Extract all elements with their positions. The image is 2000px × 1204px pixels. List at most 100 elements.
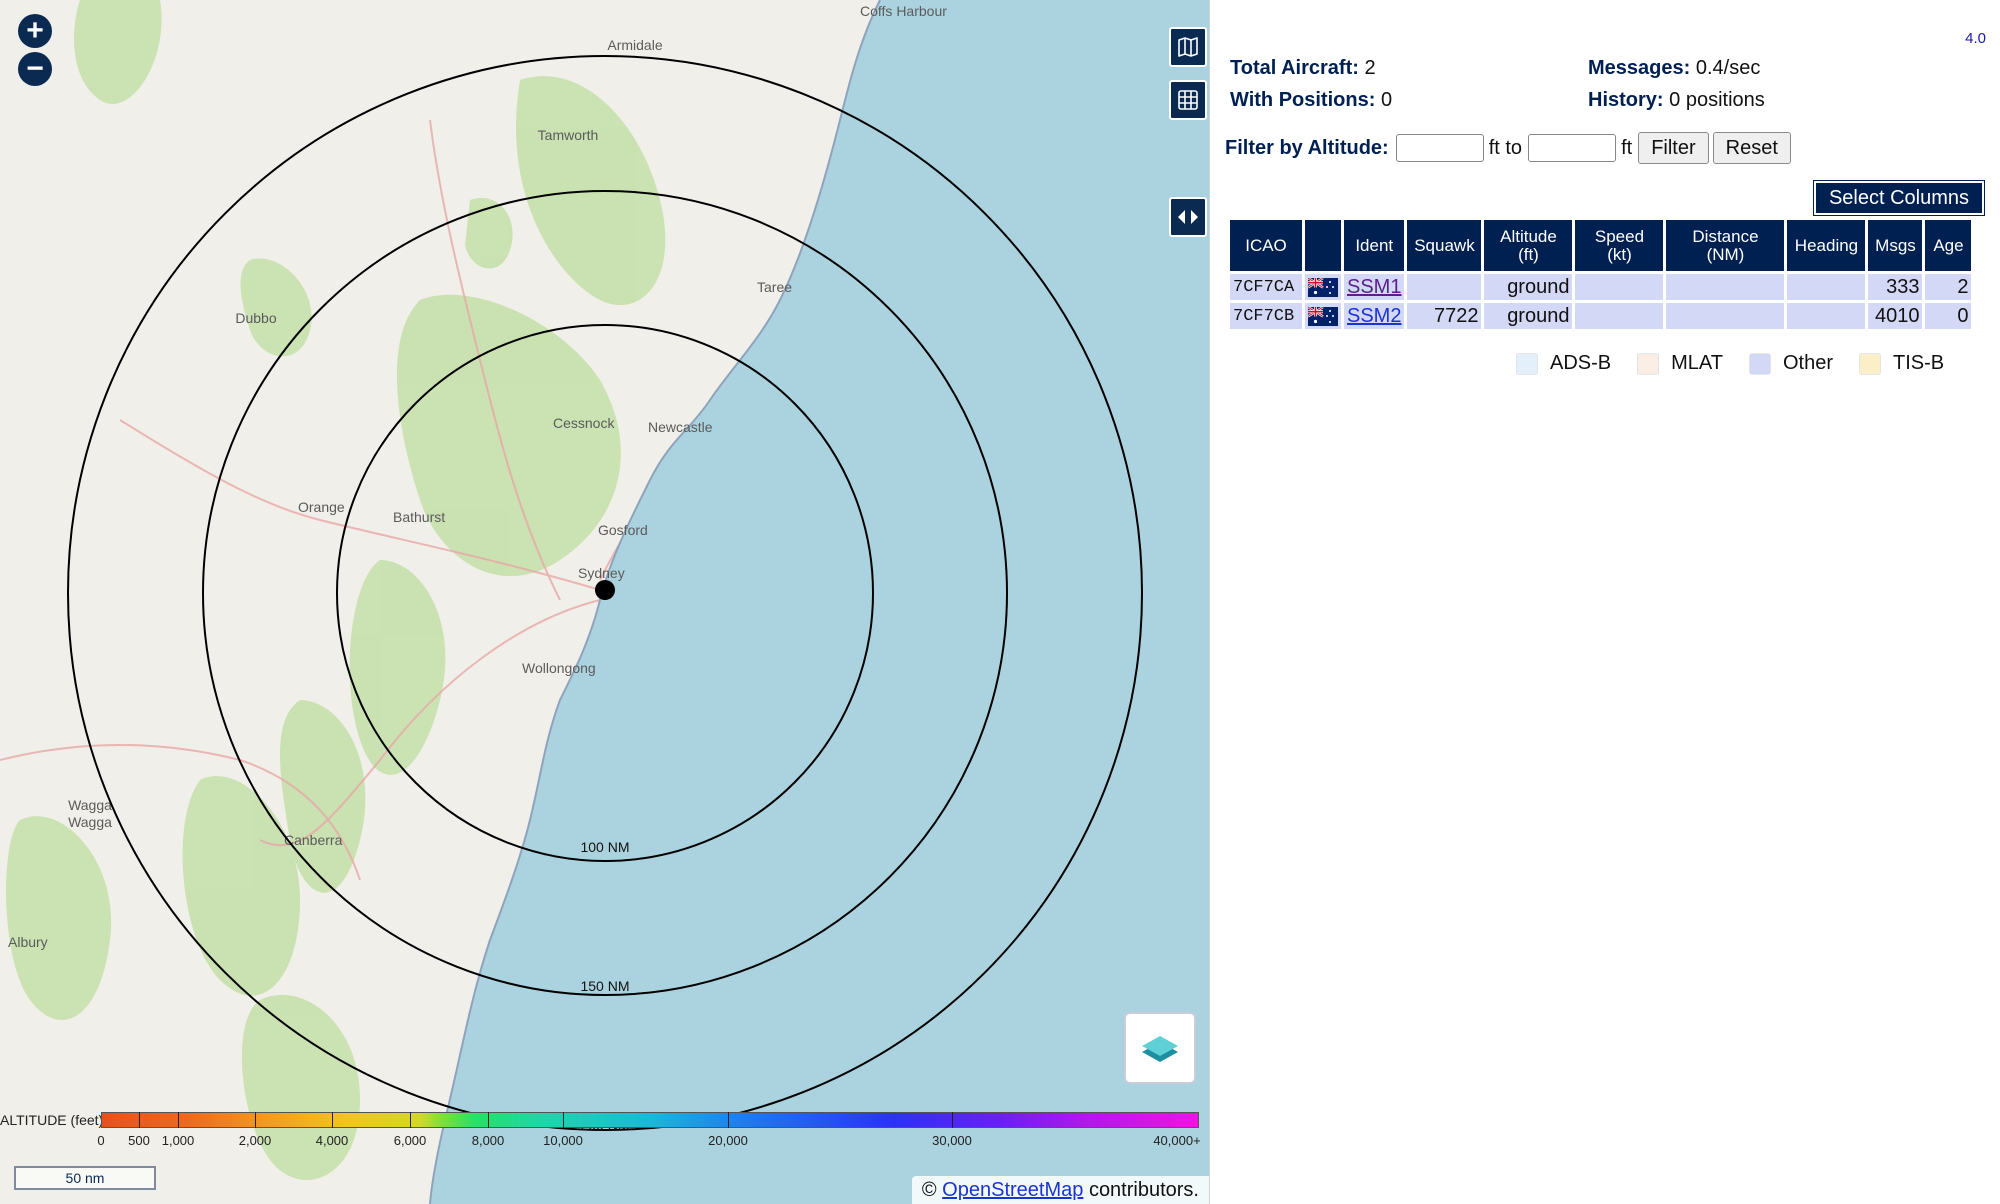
cell-flag — [1305, 303, 1341, 329]
column-header-msgs[interactable]: Msgs — [1868, 220, 1923, 271]
legend-swatch-tisb — [1859, 352, 1882, 375]
with-positions-label: With Positions: — [1230, 89, 1376, 111]
column-header-speed[interactable]: Speed (kt) — [1575, 220, 1664, 271]
sidebar-panel: 4.0 Total Aircraft: 2 With Positions: 0 … — [1209, 0, 2000, 1204]
table-header-row: ICAO Ident Squawk Altitude (ft) Speed (k… — [1230, 220, 1972, 271]
altitude-tick — [178, 1112, 179, 1128]
cell-icao: 7CF7CB — [1230, 303, 1302, 329]
altitude-tick-label: 1,000 — [161, 1133, 195, 1148]
altitude-tick — [332, 1112, 333, 1128]
altitude-tick — [410, 1112, 411, 1128]
column-header-heading[interactable]: Heading — [1787, 220, 1866, 271]
altitude-filter: Filter by Altitude: ft to ft Filter Rese… — [1225, 132, 1795, 164]
column-header-altitude[interactable]: Altitude (ft) — [1484, 220, 1573, 271]
column-header-flag[interactable] — [1305, 220, 1341, 271]
cell-ident: SSM1 — [1344, 274, 1405, 300]
history-label: History: — [1588, 89, 1664, 111]
openstreetmap-link[interactable]: OpenStreetMap — [942, 1179, 1083, 1201]
column-header-distance[interactable]: Distance (NM) — [1666, 220, 1785, 271]
cell-msgs: 333 — [1868, 274, 1923, 300]
altitude-legend-title: ALTITUDE (feet) — [0, 1112, 104, 1128]
attribution-prefix: © — [921, 1179, 937, 1201]
altitude-tick-label: 500 — [128, 1133, 150, 1148]
total-aircraft-value: 2 — [1364, 57, 1376, 79]
column-header-icao[interactable]: ICAO — [1230, 220, 1302, 271]
altitude-tick — [488, 1112, 489, 1128]
altitude-tick-label: 2,000 — [238, 1133, 272, 1148]
map-view[interactable]: Coffs Harbour Armidale Tamworth Taree Dubbo C… — [0, 0, 1209, 1204]
table-row[interactable]: 7CF7CB SSM2 7722 ground 4010 0 — [1230, 303, 1972, 329]
zoom-out-button[interactable]: − — [18, 52, 52, 86]
total-aircraft-stat: Total Aircraft: 2 — [1230, 57, 1376, 80]
expand-arrows-icon — [1178, 210, 1198, 224]
altitude-tick-label: 6,000 — [393, 1133, 427, 1148]
cell-flag — [1305, 274, 1341, 300]
grid-icon — [1178, 90, 1198, 110]
scale-label: 50 nm — [65, 1170, 105, 1186]
cell-altitude: ground — [1484, 274, 1573, 300]
legend-label-mlat: MLAT — [1671, 352, 1723, 374]
city-label: Dubbo — [235, 310, 276, 326]
column-header-ident[interactable]: Ident — [1344, 220, 1405, 271]
altitude-tick — [563, 1112, 564, 1128]
layers-icon — [1142, 1036, 1178, 1062]
altitude-tick — [728, 1112, 729, 1128]
city-label: Newcastle — [648, 419, 713, 435]
cell-age: 2 — [1925, 274, 1972, 300]
city-label: Coffs Harbour — [860, 3, 947, 19]
altitude-tick-label: 4,000 — [315, 1133, 349, 1148]
grid-toggle-button[interactable] — [1169, 80, 1207, 120]
messages-label: Messages: — [1588, 57, 1691, 79]
altitude-between-unit: ft to — [1488, 136, 1523, 159]
legend-label-tisb: TIS-B — [1893, 352, 1945, 374]
cell-msgs: 4010 — [1868, 303, 1923, 329]
reset-button[interactable]: Reset — [1712, 132, 1791, 164]
altitude-filter-label: Filter by Altitude: — [1225, 136, 1389, 159]
map-toggle-button[interactable] — [1169, 27, 1207, 67]
altitude-to-input[interactable] — [1528, 134, 1617, 162]
altitude-tick — [139, 1112, 140, 1128]
legend-swatch-other — [1748, 352, 1771, 375]
map-icon — [1178, 37, 1198, 57]
ring-label-150: 150 NM — [580, 978, 629, 994]
column-header-squawk[interactable]: Squawk — [1407, 220, 1482, 271]
cell-ident: SSM2 — [1344, 303, 1405, 329]
australia-flag-icon — [1307, 276, 1338, 297]
cell-distance — [1666, 274, 1785, 300]
legend-label-adsb: ADS-B — [1550, 352, 1612, 374]
map-canvas[interactable]: Coffs Harbour Armidale Tamworth Taree Dubbo C… — [0, 0, 1209, 1204]
australia-flag-icon — [1307, 305, 1338, 326]
city-label: Albury — [8, 934, 48, 950]
altitude-from-input[interactable] — [1395, 134, 1484, 162]
city-label: Taree — [757, 279, 792, 295]
messages-stat: Messages: 0.4/sec — [1588, 57, 1760, 80]
total-aircraft-label: Total Aircraft: — [1230, 57, 1359, 79]
receiver-site-marker — [595, 580, 615, 600]
altitude-tick-label: 0 — [97, 1133, 105, 1148]
layers-button[interactable] — [1124, 1012, 1196, 1084]
cell-age: 0 — [1925, 303, 1972, 329]
history-stat: History: 0 positions — [1588, 89, 1765, 112]
city-label: Wagga Wagga — [68, 797, 112, 830]
attribution-suffix: contributors. — [1088, 1179, 1199, 1201]
legend-item-adsb: ADS-B — [1516, 352, 1611, 375]
select-columns-button[interactable]: Select Columns — [1813, 180, 1985, 216]
legend-item-mlat: MLAT — [1637, 352, 1723, 375]
ring-label-100: 100 NM — [580, 839, 629, 855]
ident-link[interactable]: SSM2 — [1347, 305, 1401, 327]
legend-item-tisb: TIS-B — [1859, 352, 1944, 375]
city-label: Gosford — [598, 522, 648, 538]
panel-toggle-button[interactable] — [1169, 197, 1207, 237]
messages-value: 0.4/sec — [1695, 57, 1761, 79]
filter-button[interactable]: Filter — [1638, 132, 1709, 164]
table-row[interactable]: 7CF7CA SSM1 ground 333 2 — [1230, 274, 1972, 300]
legend-swatch-mlat — [1637, 352, 1660, 375]
city-label: Wollongong — [522, 660, 596, 676]
cell-squawk — [1407, 274, 1482, 300]
zoom-in-button[interactable]: + — [18, 14, 52, 48]
column-header-age[interactable]: Age — [1925, 220, 1972, 271]
ident-link[interactable]: SSM1 — [1347, 276, 1401, 298]
altitude-end-unit: ft — [1621, 136, 1633, 159]
altitude-color-bar — [101, 1112, 1199, 1128]
scale-bar: 50 nm — [14, 1166, 156, 1190]
